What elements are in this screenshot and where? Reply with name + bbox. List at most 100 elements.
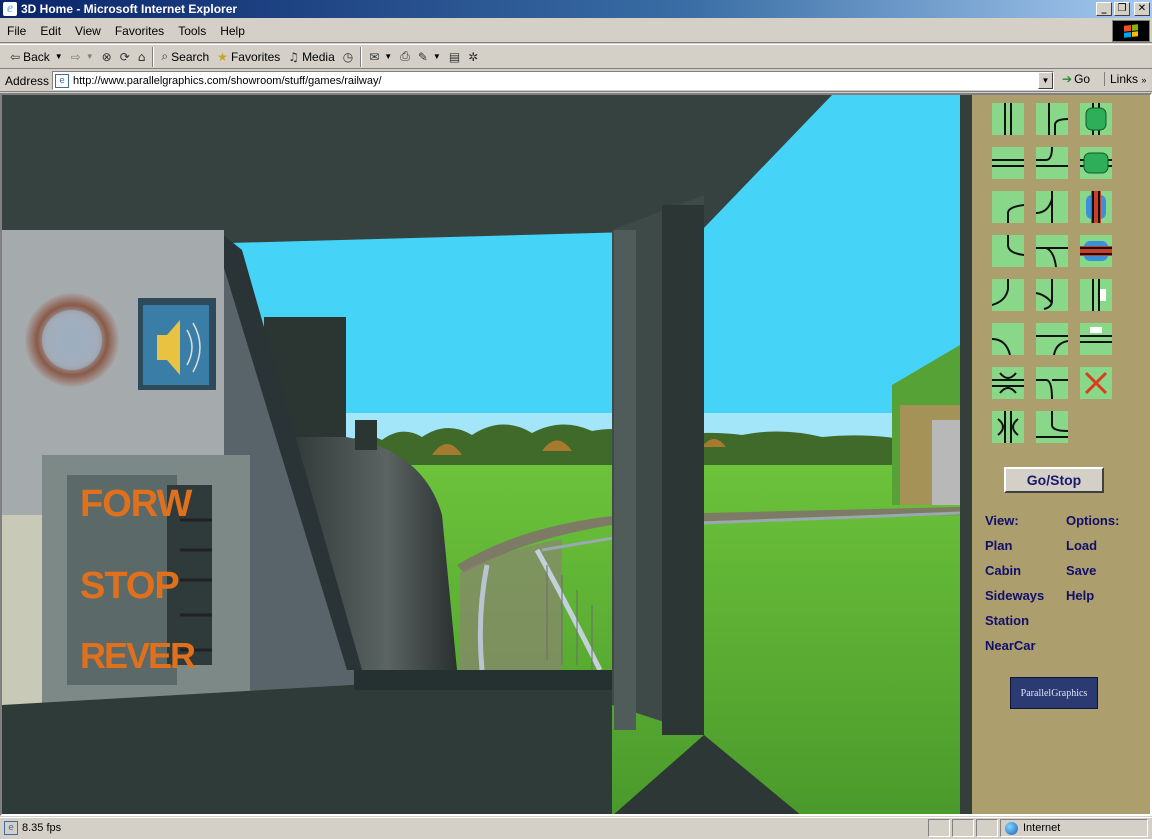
back-label: Back bbox=[23, 49, 50, 64]
close-button[interactable]: ✕ bbox=[1134, 2, 1150, 16]
tile-curve-branch-right[interactable] bbox=[1036, 103, 1068, 135]
address-dropdown-button[interactable]: ▼ bbox=[1038, 72, 1053, 89]
view-link-cabin[interactable]: Cabin bbox=[985, 563, 1044, 588]
options-header: Options: bbox=[1066, 513, 1120, 528]
media-button[interactable]: ♫ Media bbox=[284, 46, 338, 68]
options-link-save[interactable]: Save bbox=[1066, 563, 1119, 588]
menu-bar: File Edit View Favorites Tools Help bbox=[0, 19, 1152, 43]
tile-signal-vertical[interactable] bbox=[1080, 279, 1112, 311]
options-menu: Options: Load Save Help bbox=[1066, 513, 1119, 613]
discuss-button[interactable]: ▤ bbox=[445, 46, 464, 68]
view-header: View: bbox=[985, 513, 1019, 528]
menu-tools[interactable]: Tools bbox=[171, 24, 213, 38]
view-link-nearcar[interactable]: NearCar bbox=[985, 638, 1044, 663]
tile-curve-small-down[interactable] bbox=[992, 323, 1024, 355]
edit-dropdown-icon[interactable]: ▼ bbox=[433, 52, 441, 61]
search-button[interactable]: ⌕ Search bbox=[157, 46, 213, 68]
tile-signal-horizontal[interactable] bbox=[1080, 323, 1112, 355]
address-input[interactable]: e http://www.parallelgraphics.com/showro… bbox=[52, 71, 1054, 90]
messenger-button[interactable]: ✲ bbox=[464, 46, 482, 68]
tile-straight-horizontal[interactable] bbox=[992, 147, 1024, 179]
parallelgraphics-logo[interactable]: ParallelGraphics bbox=[1010, 677, 1098, 709]
tile-curve-bottom-right[interactable] bbox=[1036, 411, 1068, 443]
print-button[interactable]: ⎙ bbox=[396, 46, 414, 68]
vrml-3d-viewport[interactable]: FORW STOP REVER bbox=[2, 95, 960, 814]
status-pane bbox=[928, 819, 950, 837]
options-link-help[interactable]: Help bbox=[1066, 588, 1119, 613]
tile-curve-small-right[interactable] bbox=[1036, 279, 1068, 311]
menu-favorites[interactable]: Favorites bbox=[108, 24, 171, 38]
discuss-icon: ▤ bbox=[448, 49, 461, 64]
go-button[interactable]: ➔ Go bbox=[1062, 72, 1090, 86]
print-icon: ⎙ bbox=[400, 49, 410, 63]
media-label: Media bbox=[302, 49, 335, 64]
tile-bridge-horizontal[interactable] bbox=[992, 367, 1024, 399]
favorites-star-icon: ★ bbox=[217, 49, 228, 64]
back-dropdown-icon[interactable]: ▼ bbox=[55, 52, 63, 61]
tile-crossing-red-vertical[interactable] bbox=[1080, 191, 1112, 223]
tile-straight-vertical[interactable] bbox=[992, 103, 1024, 135]
menu-help[interactable]: Help bbox=[213, 24, 252, 38]
menu-edit[interactable]: Edit bbox=[33, 24, 68, 38]
view-link-sideways[interactable]: Sideways bbox=[985, 588, 1044, 613]
favorites-label: Favorites bbox=[230, 49, 281, 64]
go-label: Go bbox=[1074, 72, 1091, 86]
view-link-plan[interactable]: Plan bbox=[985, 538, 1044, 563]
tile-curve-bottom-left[interactable] bbox=[992, 235, 1024, 267]
history-icon: ◷ bbox=[342, 49, 354, 64]
minimize-button[interactable]: _ bbox=[1096, 2, 1112, 16]
media-icon: ♫ bbox=[288, 49, 300, 64]
edit-icon: ✎ bbox=[417, 49, 428, 64]
status-text: 8.35 fps bbox=[22, 822, 62, 834]
forward-dropdown-icon[interactable]: ▼ bbox=[86, 52, 94, 61]
stop-button[interactable]: ⊗ bbox=[98, 46, 116, 68]
home-icon: ⌂ bbox=[137, 49, 146, 64]
links-button[interactable]: Links » bbox=[1104, 72, 1146, 86]
tile-station-green-horizontal[interactable] bbox=[1080, 147, 1112, 179]
tile-switch-left-down[interactable] bbox=[1036, 235, 1068, 267]
menu-view[interactable]: View bbox=[68, 24, 108, 38]
home-button[interactable]: ⌂ bbox=[134, 46, 150, 68]
edit-button[interactable]: ✎ ▼ bbox=[414, 46, 445, 68]
lever-label-forward[interactable]: FORW bbox=[80, 483, 192, 526]
back-button[interactable]: ⇦ Back ▼ bbox=[6, 46, 67, 68]
messenger-icon: ✲ bbox=[468, 49, 479, 64]
toolbar-separator bbox=[360, 46, 363, 67]
tile-delete-x[interactable] bbox=[1080, 367, 1112, 399]
view-link-station[interactable]: Station bbox=[985, 613, 1044, 638]
history-button[interactable]: ◷ bbox=[339, 46, 357, 68]
tile-curve-small-left[interactable] bbox=[992, 279, 1024, 311]
tile-curve-top-left[interactable] bbox=[992, 191, 1024, 223]
status-pane bbox=[952, 819, 974, 837]
internet-globe-icon bbox=[1005, 821, 1018, 835]
tile-curve-branch-down[interactable] bbox=[1036, 147, 1068, 179]
tile-station-green-vertical[interactable] bbox=[1080, 103, 1112, 135]
address-label: Address bbox=[5, 73, 50, 88]
tile-crossing-red-horizontal[interactable] bbox=[1080, 235, 1112, 267]
toolbar-separator bbox=[152, 46, 155, 67]
sound-toggle-button[interactable] bbox=[143, 305, 209, 385]
track-tile-palette bbox=[992, 103, 1132, 443]
standard-toolbar: ⇦ Back ▼ ⇨ ▼ ⊗ ⟳ ⌂ ⌕ Search ★ Favorites … bbox=[0, 44, 1152, 69]
mail-button[interactable]: ✉ ▼ bbox=[365, 46, 396, 68]
forward-button[interactable]: ⇨ ▼ bbox=[67, 46, 98, 68]
options-link-load[interactable]: Load bbox=[1066, 538, 1119, 563]
page-status-icon: e bbox=[4, 821, 18, 835]
tile-switch-up-right[interactable] bbox=[1036, 367, 1068, 399]
tile-switch-t-right[interactable] bbox=[1036, 323, 1068, 355]
favorites-button[interactable]: ★ Favorites bbox=[213, 46, 284, 68]
refresh-button[interactable]: ⟳ bbox=[116, 46, 134, 68]
maximize-button[interactable]: ❐ bbox=[1114, 2, 1130, 16]
mail-icon: ✉ bbox=[369, 49, 380, 64]
go-stop-button[interactable]: Go/Stop bbox=[1004, 467, 1104, 493]
menu-file[interactable]: File bbox=[0, 24, 33, 38]
status-pane bbox=[976, 819, 998, 837]
forward-arrow-icon: ⇨ bbox=[70, 49, 81, 64]
stop-icon: ⊗ bbox=[101, 49, 112, 64]
tile-switch-right-up[interactable] bbox=[1036, 191, 1068, 223]
lever-label-stop[interactable]: STOP bbox=[80, 565, 180, 608]
page-icon: e bbox=[55, 73, 69, 88]
tile-bridge-vertical[interactable] bbox=[992, 411, 1024, 443]
lever-label-reverse[interactable]: REVER bbox=[80, 635, 196, 677]
mail-dropdown-icon[interactable]: ▼ bbox=[384, 52, 392, 61]
